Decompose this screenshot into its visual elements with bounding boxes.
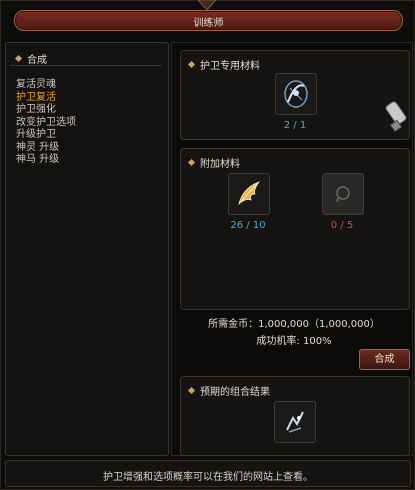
diamond-bullet-icon (187, 60, 196, 69)
menu-item-guard-enhance[interactable]: 护卫强化 (16, 104, 76, 117)
menu-item-horse-upgrade[interactable]: 神马 升级 (16, 154, 76, 167)
left-menu-list: 复活灵魂 护卫复活 护卫强化 改变护卫选项 升级护卫 神灵 升级 神马 升级 (16, 79, 76, 167)
success-rate-text: 成功机率: 100% (256, 336, 332, 347)
combine-button[interactable]: 合成 (359, 349, 410, 370)
guard-result-icon (286, 411, 304, 433)
extra-material-slot-1[interactable] (228, 173, 270, 215)
guard-materials-box: 护卫专用材料 2 / 1 (180, 50, 410, 140)
left-menu-panel: 合成 复活灵魂 护卫复活 护卫强化 改变护卫选项 升级护卫 神灵 升级 神马 升… (5, 42, 169, 456)
wing-feather-icon (238, 181, 261, 206)
guard-materials-title: 护卫专用材料 (200, 61, 260, 72)
divider (10, 65, 162, 66)
window-title: 训练师 (193, 18, 224, 29)
footer-text: 护卫增强和选项概率可以在我们的网站上查看。 (103, 472, 313, 483)
expected-result-header: 预期的组合结果 (187, 383, 270, 398)
expected-result-slot[interactable] (274, 401, 316, 443)
gold-required-text: 所需金币：1,000,000（1,000,000） (208, 319, 380, 330)
expected-result-box: 预期的组合结果 (180, 376, 410, 456)
extra-materials-header: 附加材料 (187, 155, 240, 170)
empty-slot-icon (336, 186, 350, 203)
diamond-bullet-icon (14, 54, 23, 63)
expected-result-title: 预期的组合结果 (200, 387, 270, 398)
extra-material-count-2: 0 / 5 (330, 220, 354, 231)
guard-material-count: 2 / 1 (283, 120, 307, 131)
extra-material-slot-2[interactable] (322, 173, 364, 215)
guard-material-slot[interactable] (275, 73, 317, 115)
cursor-icon (385, 101, 407, 133)
menu-item-upgrade-guard[interactable]: 升级护卫 (16, 129, 76, 142)
title-ornament-icon (198, 0, 216, 10)
diamond-bullet-icon (187, 386, 196, 395)
menu-item-guard-revive[interactable]: 护卫复活 (16, 92, 76, 105)
extra-materials-box: 附加材料 26 / 10 0 / 5 (180, 148, 410, 310)
guard-materials-header: 护卫专用材料 (187, 57, 260, 72)
title-bar: 训练师 (14, 10, 403, 31)
left-menu-title: 合成 (27, 55, 47, 66)
extra-materials-title: 附加材料 (200, 159, 240, 170)
left-menu-header: 合成 (14, 51, 47, 66)
diamond-bullet-icon (187, 158, 196, 167)
extra-material-count-1: 26 / 10 (230, 220, 266, 231)
menu-item-change-guard-option[interactable]: 改变护卫选项 (16, 117, 76, 130)
guard-material-icon (284, 80, 308, 108)
footer-bar: 护卫增强和选项概率可以在我们的网站上查看。 (5, 460, 411, 487)
menu-item-spirit-upgrade[interactable]: 神灵 升级 (16, 142, 76, 155)
menu-item-revive-soul[interactable]: 复活灵魂 (16, 79, 76, 92)
